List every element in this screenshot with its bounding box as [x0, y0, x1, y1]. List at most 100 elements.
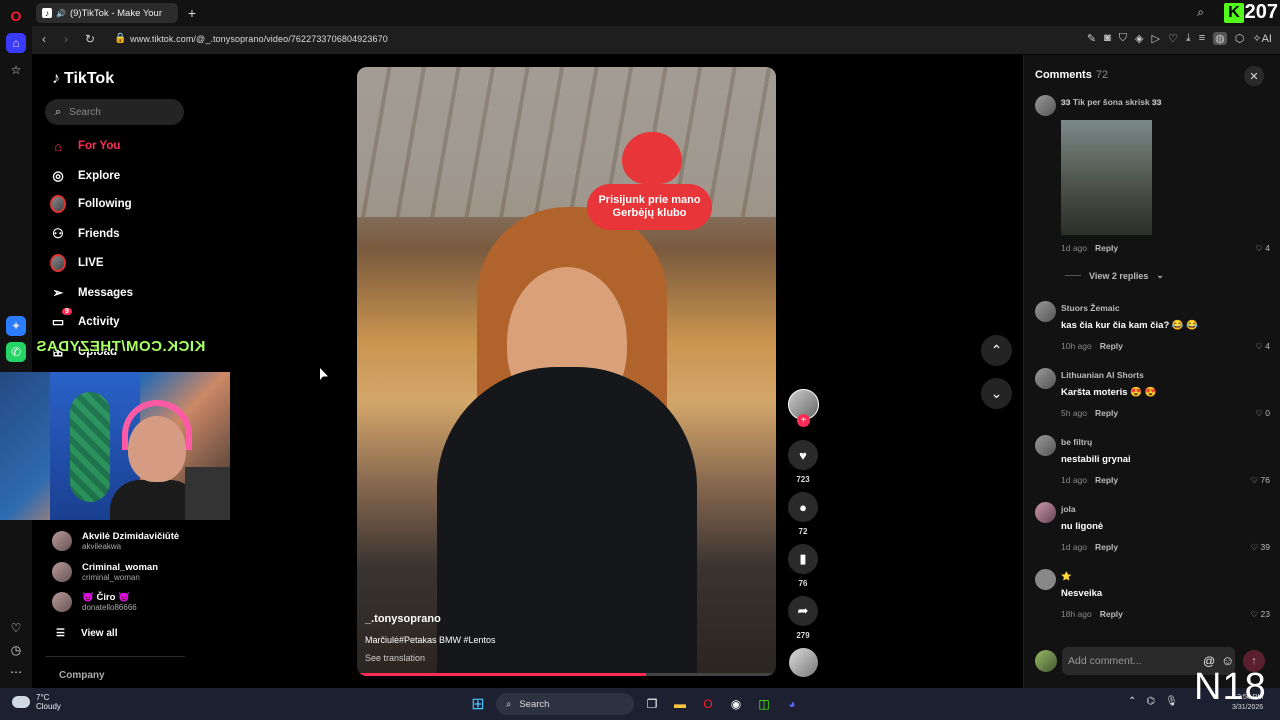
weather-widget[interactable]: 7°C Cloudy — [12, 693, 61, 711]
heart-icon[interactable]: ♥ — [788, 440, 818, 470]
comment-action[interactable]: ● 72 — [788, 492, 818, 536]
discord-icon[interactable]: ◕ — [782, 694, 802, 714]
address-bar[interactable]: www.tiktok.com/@_.tonysoprano/video/7622… — [130, 34, 388, 44]
close-comments-button[interactable]: ✕ — [1244, 66, 1264, 86]
reload-button[interactable]: ↻ — [85, 32, 95, 46]
microphone-icon[interactable]: 🎙 — [1165, 696, 1178, 707]
star-icon[interactable]: ☆ — [6, 60, 26, 80]
browser-tab[interactable]: ♪ 🔊 (9)TikTok - Make Your — [36, 3, 178, 23]
taskbar-search[interactable]: ⌕ Search — [496, 693, 634, 715]
whatsapp-icon[interactable]: ✆ — [6, 342, 26, 362]
heart-outline-icon[interactable]: ♡ — [1168, 32, 1178, 45]
file-explorer-icon[interactable]: ▬ — [670, 694, 690, 714]
save-action[interactable]: ▮ 76 — [788, 544, 818, 588]
nav-following[interactable]: Following — [50, 195, 132, 213]
comment-like-button[interactable]: ♡ 0 — [1255, 408, 1270, 419]
reply-button[interactable]: Reply — [1095, 542, 1118, 552]
reply-button[interactable]: Reply — [1095, 408, 1118, 418]
avatar[interactable] — [1035, 435, 1056, 456]
heart-icon[interactable]: ♡ — [6, 618, 26, 638]
view-replies-button[interactable]: View 2 replies ⌄ — [1065, 270, 1164, 281]
nav-for-you[interactable]: ⌂ For You — [50, 138, 120, 154]
download-icon[interactable]: ⤓ — [1186, 32, 1191, 45]
share-icon[interactable]: ➦ — [788, 596, 818, 626]
avatar[interactable] — [1035, 301, 1056, 322]
comment-icon[interactable]: ● — [788, 492, 818, 522]
comment-like-button[interactable]: ♡ 39 — [1251, 542, 1270, 553]
follow-plus-button[interactable]: + — [797, 414, 810, 427]
nav-activity[interactable]: ▭ 9 Activity — [50, 308, 120, 330]
comments-count: 72 — [1095, 69, 1109, 81]
search-input[interactable]: ⌕ Search — [45, 99, 184, 125]
nav-messages[interactable]: ➢ Messages — [50, 285, 133, 301]
nav-explore-label: Explore — [78, 170, 121, 182]
avatar[interactable] — [1035, 95, 1056, 116]
tiktok-logo[interactable]: ♪ TikTok — [52, 70, 114, 88]
home-icon[interactable]: ⌂ — [6, 33, 26, 53]
following-account[interactable]: Criminal_woman criminal_woman — [52, 562, 158, 582]
kick-app-icon[interactable]: ◫ — [754, 694, 774, 714]
comment-item: Stuors Žemaic kas čia kur čia kam čia? 😂… — [1035, 301, 1270, 353]
company-link[interactable]: Company — [59, 670, 105, 681]
bookmark-icon[interactable]: ▮ — [788, 544, 818, 574]
comment-user[interactable]: Lithuanian AI Shorts — [1061, 370, 1144, 380]
following-account[interactable]: Akvilė Dzimidavičiūtė akvileakwa — [52, 531, 179, 551]
reply-button[interactable]: Reply — [1095, 475, 1118, 485]
cube-icon[interactable]: ⬡ — [1235, 32, 1245, 45]
comment-user[interactable]: 𝟑𝟑 Tik per šona skrisk 𝟑𝟑 — [1061, 97, 1161, 108]
play-icon[interactable]: ▷ — [1152, 32, 1160, 45]
see-translation-link[interactable]: See translation — [365, 653, 425, 663]
edit-icon[interactable]: ✎ — [1087, 32, 1096, 45]
nav-live[interactable]: LIVE — [50, 254, 104, 272]
comment-user[interactable]: Stuors Žemaic — [1061, 303, 1120, 313]
obs-icon[interactable]: ◉ — [726, 694, 746, 714]
nav-friends[interactable]: ⚇ Friends — [50, 226, 119, 242]
sound-avatar[interactable] — [789, 648, 818, 677]
search-icon[interactable]: ⌕ — [1197, 5, 1204, 20]
comment-user[interactable]: jola — [1061, 504, 1076, 514]
new-tab-button[interactable]: + — [184, 5, 200, 21]
back-button[interactable]: ‹ — [42, 32, 46, 46]
comment-image[interactable] — [1061, 120, 1152, 235]
comment-user[interactable]: be filtrų — [1061, 437, 1092, 447]
video-player[interactable]: Prisijunk prie mano Gerbėjų klubo _.tonys… — [357, 67, 776, 676]
more-icon[interactable]: ⋯ — [6, 662, 26, 682]
nav-explore[interactable]: ◎ Explore — [50, 168, 120, 184]
messenger-icon[interactable]: ✦ — [6, 316, 26, 336]
reply-button[interactable]: Reply — [1100, 341, 1123, 351]
menu-icon[interactable]: ≡ — [1199, 32, 1205, 45]
comment-like-button[interactable]: ♡ 4 — [1255, 243, 1270, 254]
avatar[interactable] — [1035, 502, 1056, 523]
previous-video-button[interactable]: ⌃ — [981, 335, 1012, 366]
extension-icon[interactable]: ◈ — [1135, 32, 1143, 45]
next-video-button[interactable]: ⌄ — [981, 378, 1012, 409]
ai-button[interactable]: ✧AI — [1252, 32, 1272, 45]
following-account[interactable]: 😈 Čiro 😈 donatello86666 — [52, 592, 137, 612]
view-all-button[interactable]: ☰ View all — [56, 628, 117, 639]
shield-icon[interactable]: ⛉ — [1119, 32, 1127, 45]
avatar[interactable] — [1035, 569, 1056, 590]
share-action[interactable]: ➦ 279 — [788, 596, 818, 640]
task-view-icon[interactable]: ❐ — [642, 694, 662, 714]
camera-icon[interactable]: ◙ — [1104, 32, 1111, 45]
address-bar-row: ‹ › ↻ 🔒 www.tiktok.com/@_.tonysoprano/vi… — [32, 26, 1280, 54]
comment-like-button[interactable]: ♡ 23 — [1251, 609, 1270, 620]
opera-logo-icon[interactable]: O — [6, 6, 26, 26]
video-progress-bar[interactable] — [357, 673, 776, 676]
comment-user[interactable]: ⭐ — [1061, 571, 1072, 582]
windows-start-icon[interactable]: ⊞ — [468, 694, 488, 714]
history-icon[interactable]: ◷ — [6, 640, 26, 660]
like-action[interactable]: ♥ 723 — [788, 440, 818, 484]
video-author[interactable]: _.tonysoprano — [365, 613, 441, 625]
avatar[interactable] — [1035, 368, 1056, 389]
opera-icon[interactable]: O — [698, 694, 718, 714]
reply-button[interactable]: Reply — [1100, 609, 1123, 619]
profile-icon[interactable]: ◍ — [1213, 32, 1227, 45]
comment-like-button[interactable]: ♡ 76 — [1251, 475, 1270, 486]
comment-like-button[interactable]: ♡ 4 — [1255, 341, 1270, 352]
reply-button[interactable]: Reply — [1095, 243, 1118, 253]
network-icon[interactable]: ⌬ — [1146, 696, 1155, 707]
chevron-up-icon[interactable]: ⌃ — [1128, 696, 1136, 707]
forward-button[interactable]: › — [64, 32, 68, 46]
fan-club-sticker[interactable]: Prisijunk prie mano Gerbėjų klubo — [587, 132, 712, 242]
